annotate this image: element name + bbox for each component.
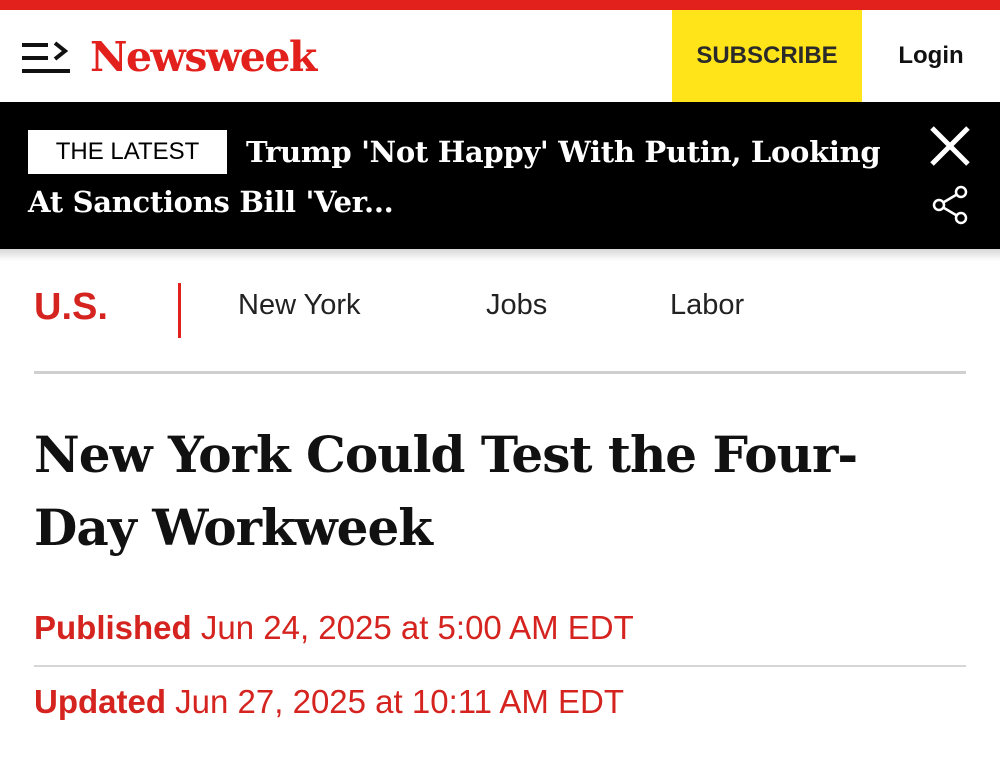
section-us-link[interactable]: U.S. bbox=[34, 286, 108, 329]
published-value: Jun 24, 2025 at 5:00 AM EDT bbox=[200, 609, 634, 646]
section-nav: U.S. New York Jobs Labor bbox=[0, 262, 1000, 358]
site-header: Newsweek SUBSCRIBE Login bbox=[0, 10, 1000, 102]
banner-shadow bbox=[0, 249, 1000, 261]
close-icon[interactable] bbox=[928, 124, 972, 168]
article-title: New York Could Test the Four-Day Workwee… bbox=[34, 425, 858, 557]
updated-value: Jun 27, 2025 at 10:11 AM EDT bbox=[175, 683, 625, 720]
section-divider bbox=[178, 283, 181, 338]
subscribe-button[interactable]: SUBSCRIBE bbox=[672, 10, 862, 102]
newsweek-logo[interactable]: Newsweek bbox=[90, 32, 317, 82]
meta-divider bbox=[34, 665, 966, 667]
updated-date: Updated Jun 27, 2025 at 10:11 AM EDT bbox=[34, 683, 624, 721]
section-link-new-york[interactable]: New York bbox=[238, 289, 361, 322]
published-label: Published bbox=[34, 609, 192, 646]
top-brand-stripe bbox=[0, 0, 1000, 10]
section-link-jobs[interactable]: Jobs bbox=[486, 289, 547, 322]
section-link-labor[interactable]: Labor bbox=[670, 289, 744, 322]
login-button[interactable]: Login bbox=[862, 10, 1000, 102]
latest-news-banner[interactable]: Trump 'Not Happy' With Putin, Looking At… bbox=[0, 102, 1000, 249]
section-divider-rule bbox=[34, 371, 966, 374]
published-date: Published Jun 24, 2025 at 5:00 AM EDT bbox=[34, 609, 634, 647]
share-icon[interactable] bbox=[930, 184, 970, 226]
latest-badge: THE LATEST bbox=[28, 130, 227, 174]
menu-icon[interactable] bbox=[22, 41, 70, 75]
updated-label: Updated bbox=[34, 683, 166, 720]
